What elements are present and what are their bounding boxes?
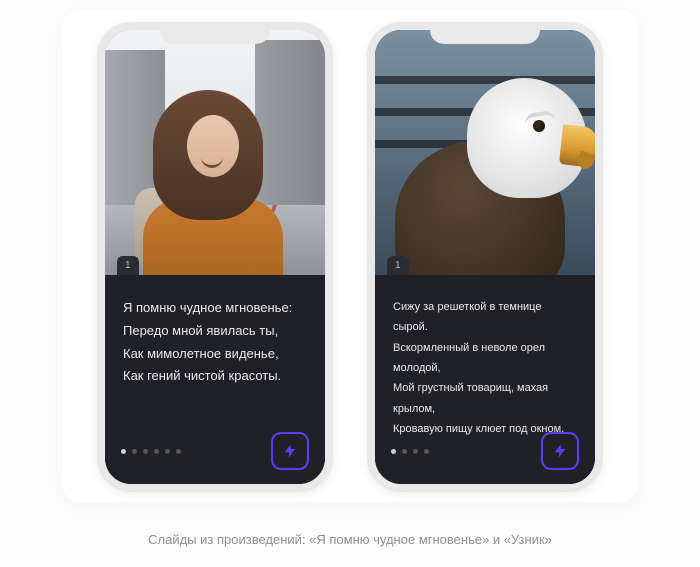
pagination-dots[interactable] [391, 449, 429, 454]
page-number-badge: 1 [117, 256, 139, 275]
phone-mockup-1: 1 Я помню чудное мгновенье: Передо мной … [97, 22, 333, 492]
pagination-dots[interactable] [121, 449, 181, 454]
pagination-dot[interactable] [132, 449, 137, 454]
figure-caption: Слайды из произведений: «Я помню чудное … [0, 532, 700, 547]
device-notch [430, 22, 540, 44]
bolt-icon [282, 443, 298, 459]
poem-text: Я помню чудное мгновенье: Передо мной яв… [123, 297, 307, 388]
pagination-dot[interactable] [154, 449, 159, 454]
pagination-dot[interactable] [165, 449, 170, 454]
pagination-dot[interactable] [143, 449, 148, 454]
pagination-dot[interactable] [121, 449, 126, 454]
pagination-dot[interactable] [402, 449, 407, 454]
page-number-badge: 1 [387, 256, 409, 275]
phone-mockup-2: 1 Сижу за решеткой в темнице сырой. Вско… [367, 22, 603, 492]
pagination-dot[interactable] [391, 449, 396, 454]
bottom-bar [375, 432, 595, 470]
action-button[interactable] [541, 432, 579, 470]
bottom-bar [105, 432, 325, 470]
pagination-dot[interactable] [424, 449, 429, 454]
action-button[interactable] [271, 432, 309, 470]
pagination-dot[interactable] [176, 449, 181, 454]
slide-image-bald-eagle: 1 [375, 30, 595, 275]
mockup-card: 1 Я помню чудное мгновенье: Передо мной … [62, 10, 638, 502]
app-screen-1: 1 Я помню чудное мгновенье: Передо мной … [105, 30, 325, 484]
phone-row: 1 Я помню чудное мгновенье: Передо мной … [62, 10, 638, 492]
slide-image-woman-on-street: 1 [105, 30, 325, 275]
mockup-stage: 1 Я помню чудное мгновенье: Передо мной … [0, 0, 700, 567]
pagination-dot[interactable] [413, 449, 418, 454]
bolt-icon [552, 443, 568, 459]
poem-text: Сижу за решеткой в темнице сырой. Вскорм… [393, 297, 577, 439]
device-notch [160, 22, 270, 44]
app-screen-2: 1 Сижу за решеткой в темнице сырой. Вско… [375, 30, 595, 484]
